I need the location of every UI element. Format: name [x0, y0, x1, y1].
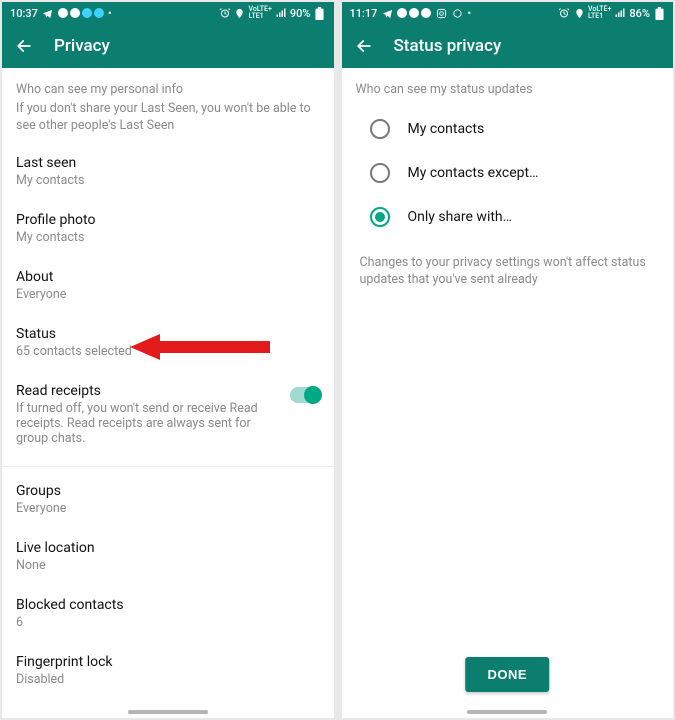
- back-icon[interactable]: [14, 36, 34, 56]
- done-button[interactable]: DONE: [465, 657, 549, 692]
- item-groups[interactable]: Groups Everyone: [2, 471, 334, 528]
- status-privacy-screen: 11:17 • VoLTE+ LTE1: [342, 2, 674, 718]
- radio-label: My contacts except…: [408, 165, 539, 181]
- item-sub: 65 contacts selected: [16, 344, 320, 359]
- radio-icon: [370, 119, 390, 139]
- status-bar: 10:37 • VoLTE+ LTE1 90%: [2, 2, 334, 24]
- item-title: Live location: [16, 540, 320, 556]
- telegram-icon: [381, 7, 393, 19]
- item-sub: Disabled: [16, 672, 320, 687]
- item-title: Blocked contacts: [16, 597, 320, 613]
- signal-icon: [614, 7, 626, 19]
- item-profile-photo[interactable]: Profile photo My contacts: [2, 200, 334, 257]
- radio-icon: [370, 207, 390, 227]
- privacy-screen: 10:37 • VoLTE+ LTE1 90%: [2, 2, 334, 718]
- battery-icon: [653, 7, 665, 19]
- more-icon: •: [467, 7, 471, 20]
- item-fingerprint-lock[interactable]: Fingerprint lock Disabled: [2, 642, 334, 699]
- section-header: Who can see my status updates: [342, 68, 674, 101]
- instagram-icon: [435, 7, 447, 19]
- network-label: VoLTE+ LTE1: [588, 6, 611, 20]
- telegram-icon: [42, 7, 54, 19]
- item-sub: My contacts: [16, 173, 320, 188]
- radio-list: My contacts My contacts except… Only sha…: [342, 101, 674, 245]
- gesture-handle: [128, 710, 208, 714]
- battery-icon: [314, 7, 326, 19]
- status-time: 10:37: [10, 7, 38, 20]
- item-title: Profile photo: [16, 212, 320, 228]
- item-status[interactable]: Status 65 contacts selected: [2, 314, 334, 371]
- item-sub: None: [16, 558, 320, 573]
- item-title: Last seen: [16, 155, 320, 171]
- alarm-icon: [558, 7, 570, 19]
- status-privacy-content: Who can see my status updates My contact…: [342, 68, 674, 718]
- network-label: VoLTE+ LTE1: [249, 6, 272, 20]
- item-about[interactable]: About Everyone: [2, 257, 334, 314]
- app-bar: Status privacy: [342, 24, 674, 68]
- section-header: Who can see my personal info: [2, 68, 334, 101]
- app-bar: Privacy: [2, 24, 334, 68]
- item-sub: Everyone: [16, 501, 320, 516]
- option-my-contacts[interactable]: My contacts: [342, 107, 674, 151]
- status-app-icons: [397, 8, 431, 18]
- privacy-content[interactable]: Who can see my personal info If you don'…: [2, 68, 334, 718]
- section-desc: If you don't share your Last Seen, you w…: [2, 101, 334, 143]
- battery-pct: 90%: [290, 7, 311, 20]
- page-title: Status privacy: [394, 36, 502, 56]
- item-title: About: [16, 269, 320, 285]
- item-sub: 6: [16, 615, 320, 630]
- footnote: Changes to your privacy settings won't a…: [342, 245, 674, 299]
- item-last-seen[interactable]: Last seen My contacts: [2, 143, 334, 200]
- location-icon: [234, 7, 246, 19]
- alarm-icon: [219, 7, 231, 19]
- signal-icon: [275, 7, 287, 19]
- item-sub: If turned off, you won't send or receive…: [16, 401, 280, 446]
- status-app-icons: [58, 8, 104, 18]
- more-icon: •: [108, 7, 112, 20]
- radio-label: My contacts: [408, 121, 485, 137]
- divider: [2, 466, 334, 467]
- item-read-receipts[interactable]: Read receipts If turned off, you won't s…: [2, 371, 334, 458]
- gesture-handle: [467, 710, 547, 714]
- item-title: Read receipts: [16, 383, 280, 399]
- page-title: Privacy: [54, 36, 110, 56]
- status-time: 11:17: [350, 7, 378, 20]
- radio-label: Only share with…: [408, 209, 513, 225]
- item-title: Fingerprint lock: [16, 654, 320, 670]
- location-icon: [573, 7, 585, 19]
- item-live-location[interactable]: Live location None: [2, 528, 334, 585]
- item-title: Status: [16, 326, 320, 342]
- item-blocked-contacts[interactable]: Blocked contacts 6: [2, 585, 334, 642]
- battery-pct: 86%: [629, 7, 650, 20]
- item-sub: Everyone: [16, 287, 320, 302]
- option-only-share-with[interactable]: Only share with…: [342, 195, 674, 239]
- item-title: Groups: [16, 483, 320, 499]
- option-my-contacts-except[interactable]: My contacts except…: [342, 151, 674, 195]
- back-icon[interactable]: [354, 36, 374, 56]
- status-bar: 11:17 • VoLTE+ LTE1: [342, 2, 674, 24]
- read-receipts-toggle[interactable]: [290, 387, 320, 403]
- radio-icon: [370, 163, 390, 183]
- item-sub: My contacts: [16, 230, 320, 245]
- circle-icon: [451, 7, 463, 19]
